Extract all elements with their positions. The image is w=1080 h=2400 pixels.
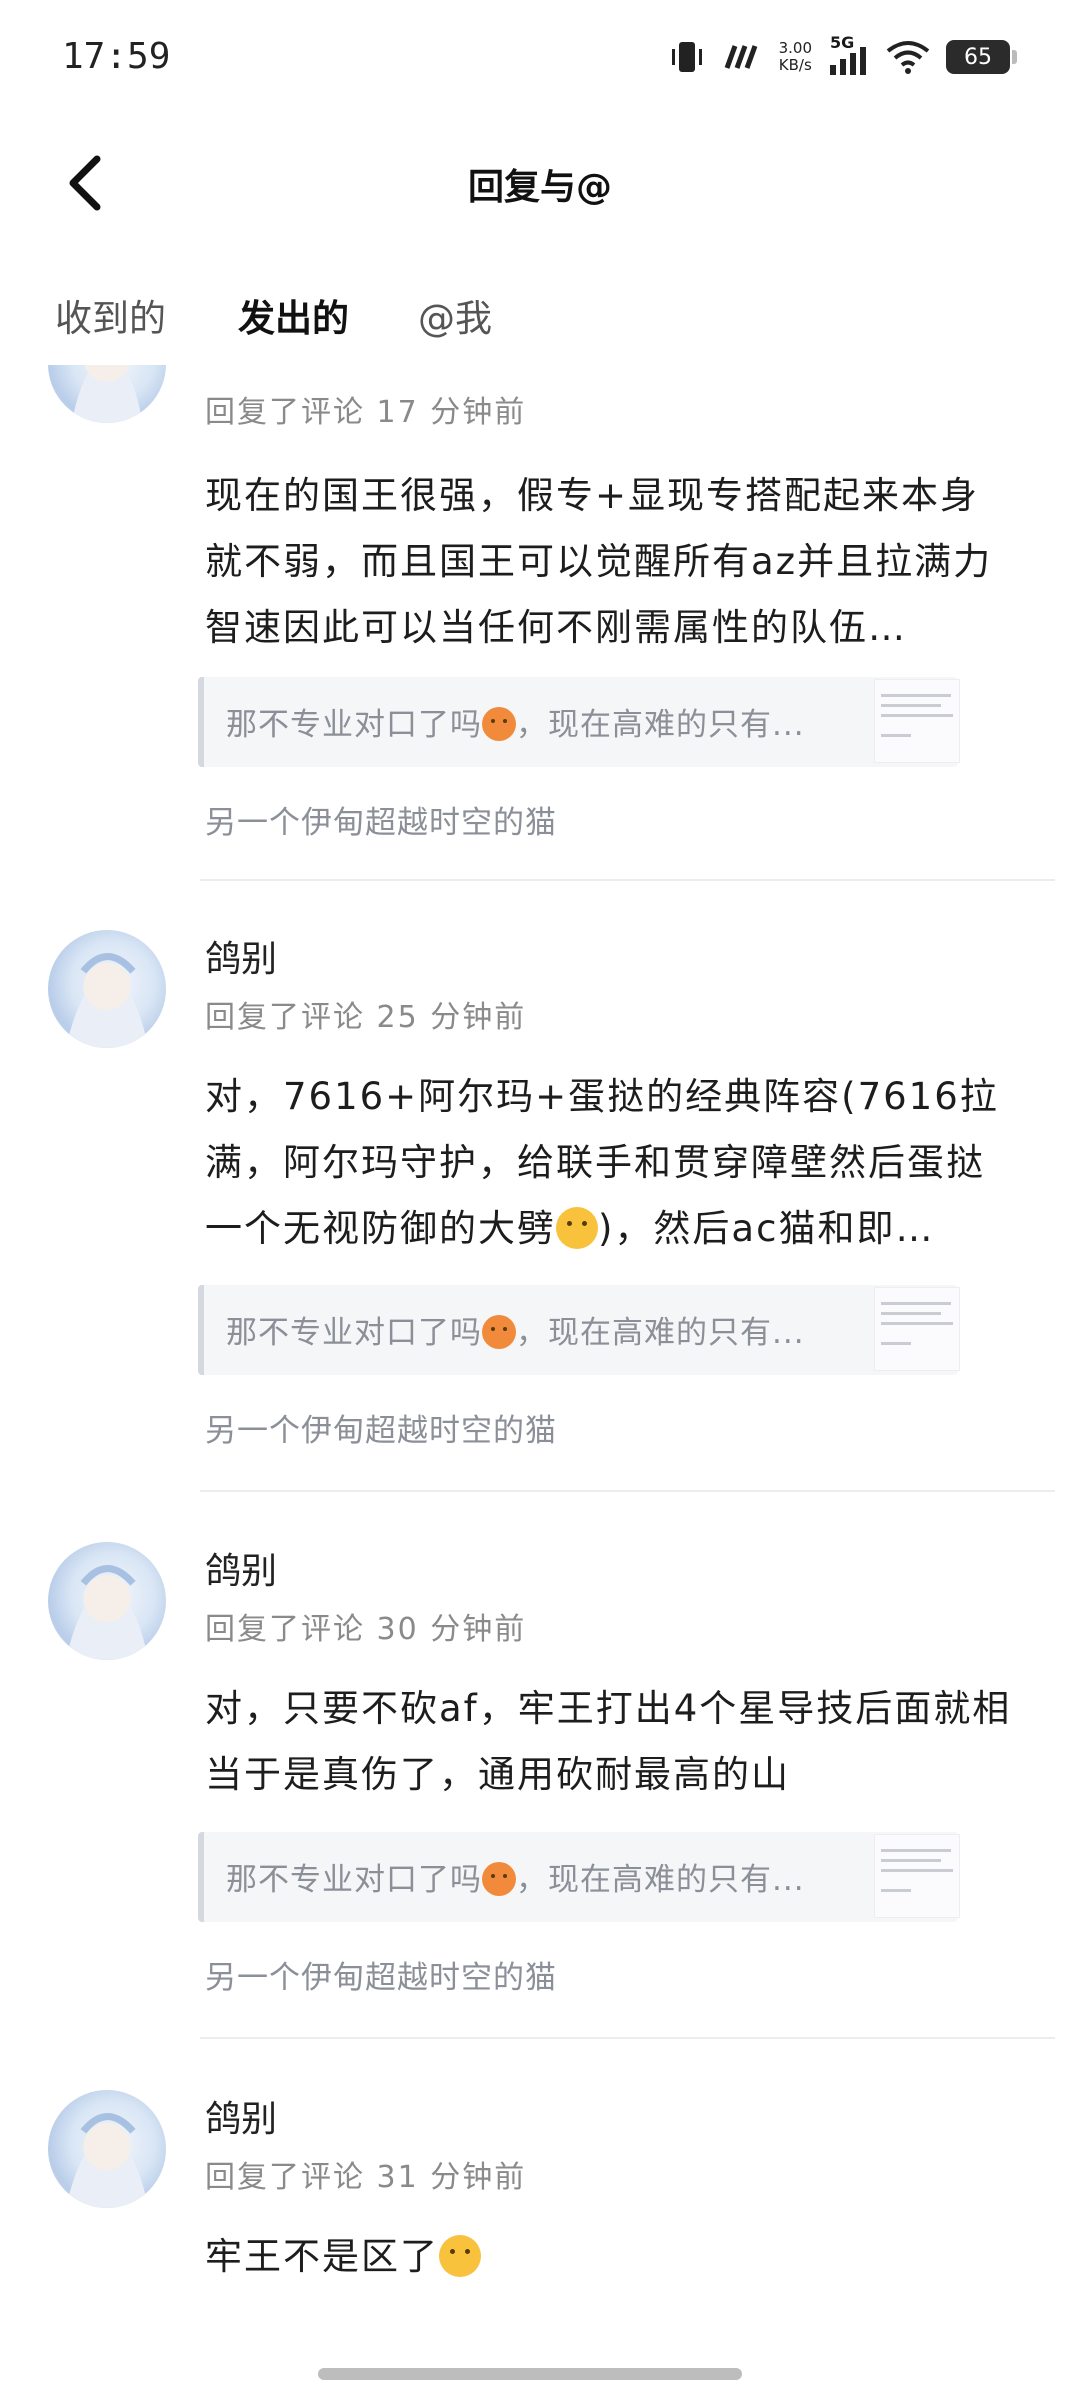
list-item[interactable]: 鸽别 回复了评论 30 分钟前 对，只要不砍af，牢王打出4个星导技后面就相当于… (0, 1502, 1080, 2050)
tab-at-me[interactable]: @我 (418, 288, 492, 342)
tab-sent[interactable]: 发出的 (238, 288, 349, 342)
reply-meta: 回复了评论 25 分钟前 (205, 1000, 527, 1035)
username[interactable]: 鸽别 (205, 2090, 277, 2142)
emoji-icon (482, 707, 516, 741)
crying-emoji-icon (439, 2235, 481, 2277)
reply-target[interactable]: 另一个伊甸超越时空的猫 (205, 797, 557, 842)
reply-meta: 回复了评论 31 分钟前 (205, 2160, 527, 2195)
reply-content[interactable]: 牢王不是区了 (205, 2224, 1015, 2290)
reply-list[interactable]: 回复了评论 17 分钟前 现在的国王很强，假专+显现专搭配起来本身就不弱，而且国… (0, 365, 1080, 2355)
status-time: 17:59 (62, 36, 171, 77)
username[interactable]: 鸽别 (205, 1542, 277, 1594)
home-indicator[interactable] (318, 2368, 742, 2380)
emoji-icon (556, 1207, 598, 1249)
reply-meta: 回复了评论 17 分钟前 (205, 395, 527, 430)
reply-meta: 回复了评论 30 分钟前 (205, 1612, 527, 1647)
reply-target[interactable]: 另一个伊甸超越时空的猫 (205, 1952, 557, 1997)
avatar[interactable] (48, 930, 166, 1048)
battery-icon: 65 (946, 40, 1017, 74)
tab-received[interactable]: 收到的 (55, 288, 166, 342)
list-item[interactable]: 回复了评论 17 分钟前 现在的国王很强，假专+显现专搭配起来本身就不弱，而且国… (0, 365, 1080, 890)
net-speed: 3.00 KB/s (778, 39, 812, 74)
quote-text: 那不专业对口了吗 ，现在高难的只有... (226, 707, 805, 743)
quoted-comment[interactable]: 那不专业对口了吗 ，现在高难的只有... (198, 1832, 960, 1922)
list-item[interactable]: 鸽别 回复了评论 31 分钟前 牢王不是区了 (0, 2050, 1080, 2355)
avatar[interactable] (48, 1542, 166, 1660)
quote-thumbnail (874, 1834, 960, 1918)
quoted-comment[interactable]: 那不专业对口了吗 ，现在高难的只有... (198, 1285, 960, 1375)
emoji-icon (482, 1315, 516, 1349)
quote-thumbnail (874, 679, 960, 763)
signal-bars-icon: 5G (828, 33, 870, 77)
page-title: 回复与@ (467, 167, 612, 208)
username[interactable]: 鸽别 (205, 930, 277, 982)
avatar[interactable] (48, 2090, 166, 2208)
header: 回复与@ (0, 130, 1080, 240)
status-bar: 17:59 3.00 KB/s 5G 65 (0, 0, 1080, 120)
vibrate-icon (671, 42, 702, 72)
reply-content[interactable]: 对，7616+阿尔玛+蛋挞的经典阵容(7616拉满，阿尔玛守护，给联手和贯穿障壁… (205, 1064, 1015, 1262)
status-icons: 3.00 KB/s 5G 65 (667, 32, 1017, 82)
hd-data-icon (724, 45, 757, 69)
list-item[interactable]: 鸽别 回复了评论 25 分钟前 对，7616+阿尔玛+蛋挞的经典阵容(7616拉… (0, 890, 1080, 1502)
wifi-icon (886, 41, 930, 74)
divider (200, 879, 1055, 881)
reply-content[interactable]: 现在的国王很强，假专+显现专搭配起来本身就不弱，而且国王可以觉醒所有az并且拉满… (205, 463, 1015, 661)
divider (200, 2037, 1055, 2039)
tab-bar: 收到的 发出的 @我 (0, 280, 1080, 360)
quote-text: 那不专业对口了吗 ，现在高难的只有... (226, 1862, 805, 1898)
quoted-comment[interactable]: 那不专业对口了吗 ，现在高难的只有... (198, 677, 960, 767)
reply-target[interactable]: 另一个伊甸超越时空的猫 (205, 1405, 557, 1450)
divider (200, 1490, 1055, 1492)
reply-content[interactable]: 对，只要不砍af，牢王打出4个星导技后面就相当于是真伤了，通用砍耐最高的山 (205, 1676, 1015, 1808)
quote-text: 那不专业对口了吗 ，现在高难的只有... (226, 1315, 805, 1351)
emoji-icon (482, 1862, 516, 1896)
quote-thumbnail (874, 1287, 960, 1371)
avatar[interactable] (48, 365, 166, 423)
